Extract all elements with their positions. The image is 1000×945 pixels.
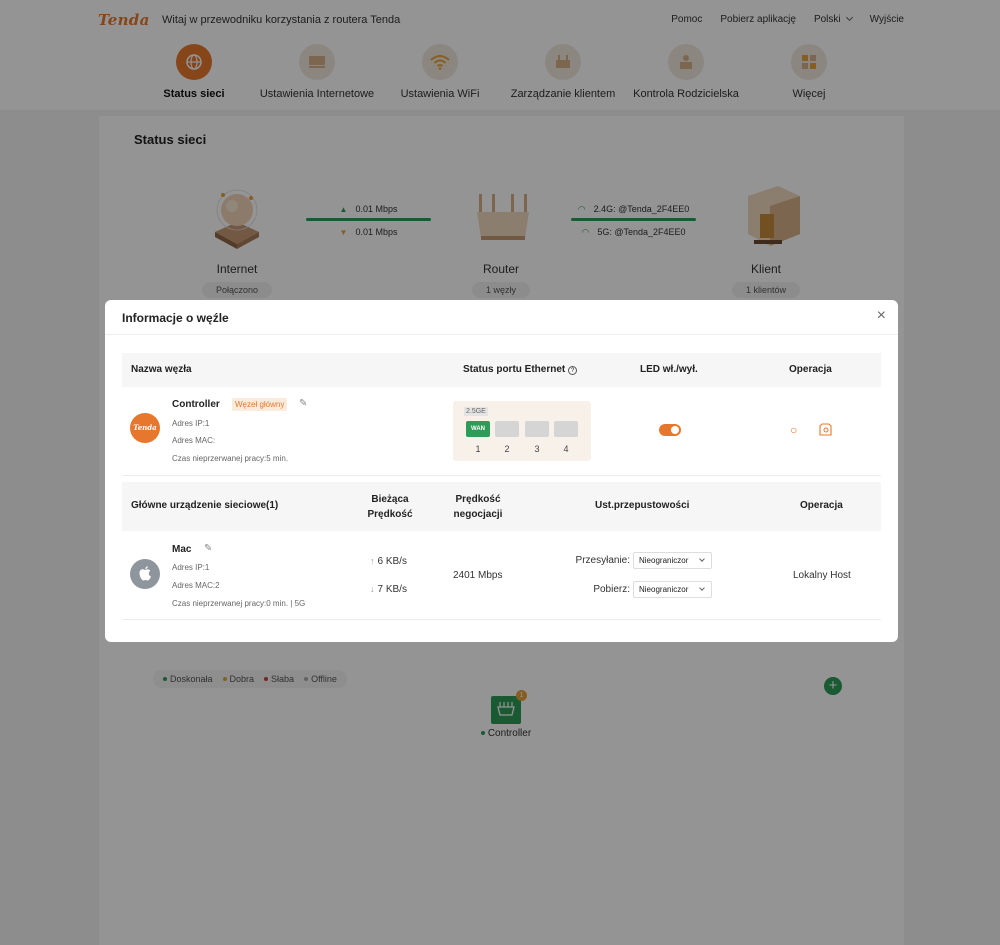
- arrow-up-icon: ↑: [370, 556, 375, 566]
- node-mac: Adres MAC:: [172, 436, 216, 445]
- node-uptime: Czas nieprzerwanej pracy:5 min.: [172, 454, 289, 463]
- divider: [122, 619, 881, 620]
- edit-name-icon[interactable]: ✎: [299, 398, 307, 409]
- download-speed: ↓ 7 KB/s: [370, 584, 407, 595]
- col-operation: Operacja: [800, 500, 843, 511]
- node-name: Controller: [172, 399, 220, 410]
- col-bandwidth: Ust.przepustowości: [595, 500, 690, 511]
- device-name: Mac: [172, 544, 192, 555]
- upload-limit-select[interactable]: Nieograniczor: [633, 552, 712, 569]
- reset-icon[interactable]: [819, 423, 832, 438]
- upload-speed: ↑ 6 KB/s: [370, 556, 407, 567]
- reboot-icon[interactable]: ○: [790, 424, 797, 436]
- lan-port-icon: [554, 421, 578, 437]
- node-ip: Adres IP:1: [172, 419, 210, 428]
- wan-port-icon: WAN: [466, 421, 490, 437]
- col-operation: Operacja: [789, 364, 832, 375]
- device-table-header: Główne urządzenie sieciowe(1) Bieżąca Prę…: [122, 482, 881, 531]
- node-info-modal: Informacje o węźle × Nazwa węzła Status …: [105, 300, 898, 642]
- download-limit-label: Pobierz:: [593, 584, 630, 595]
- port-number: 4: [563, 444, 569, 454]
- divider: [122, 475, 881, 476]
- col-negotiated-speed: Prędkość negocjacji: [453, 494, 503, 520]
- port-number: 3: [534, 444, 540, 454]
- download-limit-select[interactable]: Nieograniczor: [633, 581, 712, 598]
- arrow-down-icon: ↓: [370, 584, 375, 594]
- info-icon[interactable]: ?: [568, 366, 578, 375]
- device-mac: Adres MAC:2: [172, 581, 220, 590]
- ge-label: 2.5GE: [464, 407, 488, 416]
- lan-port-icon: [525, 421, 549, 437]
- col-eth-status: Status portu Ethernet ?: [463, 364, 578, 375]
- main-node-badge: Węzeł główny: [232, 398, 288, 411]
- device-ip: Adres IP:1: [172, 563, 210, 572]
- upload-limit-label: Przesyłanie:: [575, 555, 630, 566]
- tenda-avatar: Tenda: [130, 413, 160, 443]
- node-table-header: Nazwa węzła Status portu Ethernet ? LED …: [122, 353, 881, 387]
- negotiated-speed: 2401 Mbps: [453, 570, 503, 581]
- col-node-name: Nazwa węzła: [131, 364, 192, 375]
- led-toggle[interactable]: [659, 424, 681, 436]
- col-current-speed: Bieżąca Prędkość: [367, 494, 413, 520]
- device-operation: Lokalny Host: [793, 570, 851, 581]
- device-uptime: Czas nieprzerwanej pracy:0 min. | 5G: [172, 599, 306, 608]
- chevron-down-icon: [699, 556, 705, 562]
- port-number: 2: [504, 444, 510, 454]
- close-icon[interactable]: ×: [877, 308, 886, 324]
- col-device: Główne urządzenie sieciowe(1): [131, 500, 279, 511]
- edit-name-icon[interactable]: ✎: [204, 543, 212, 554]
- port-number: 1: [475, 444, 481, 454]
- apple-avatar: [130, 559, 160, 589]
- lan-port-icon: [495, 421, 519, 437]
- chevron-down-icon: [699, 585, 705, 591]
- ethernet-ports-panel: 2.5GE WAN 1 2 3 4: [453, 401, 591, 461]
- modal-title: Informacje o węźle: [122, 311, 229, 325]
- col-led: LED wł./wył.: [640, 364, 698, 375]
- divider: [105, 334, 898, 335]
